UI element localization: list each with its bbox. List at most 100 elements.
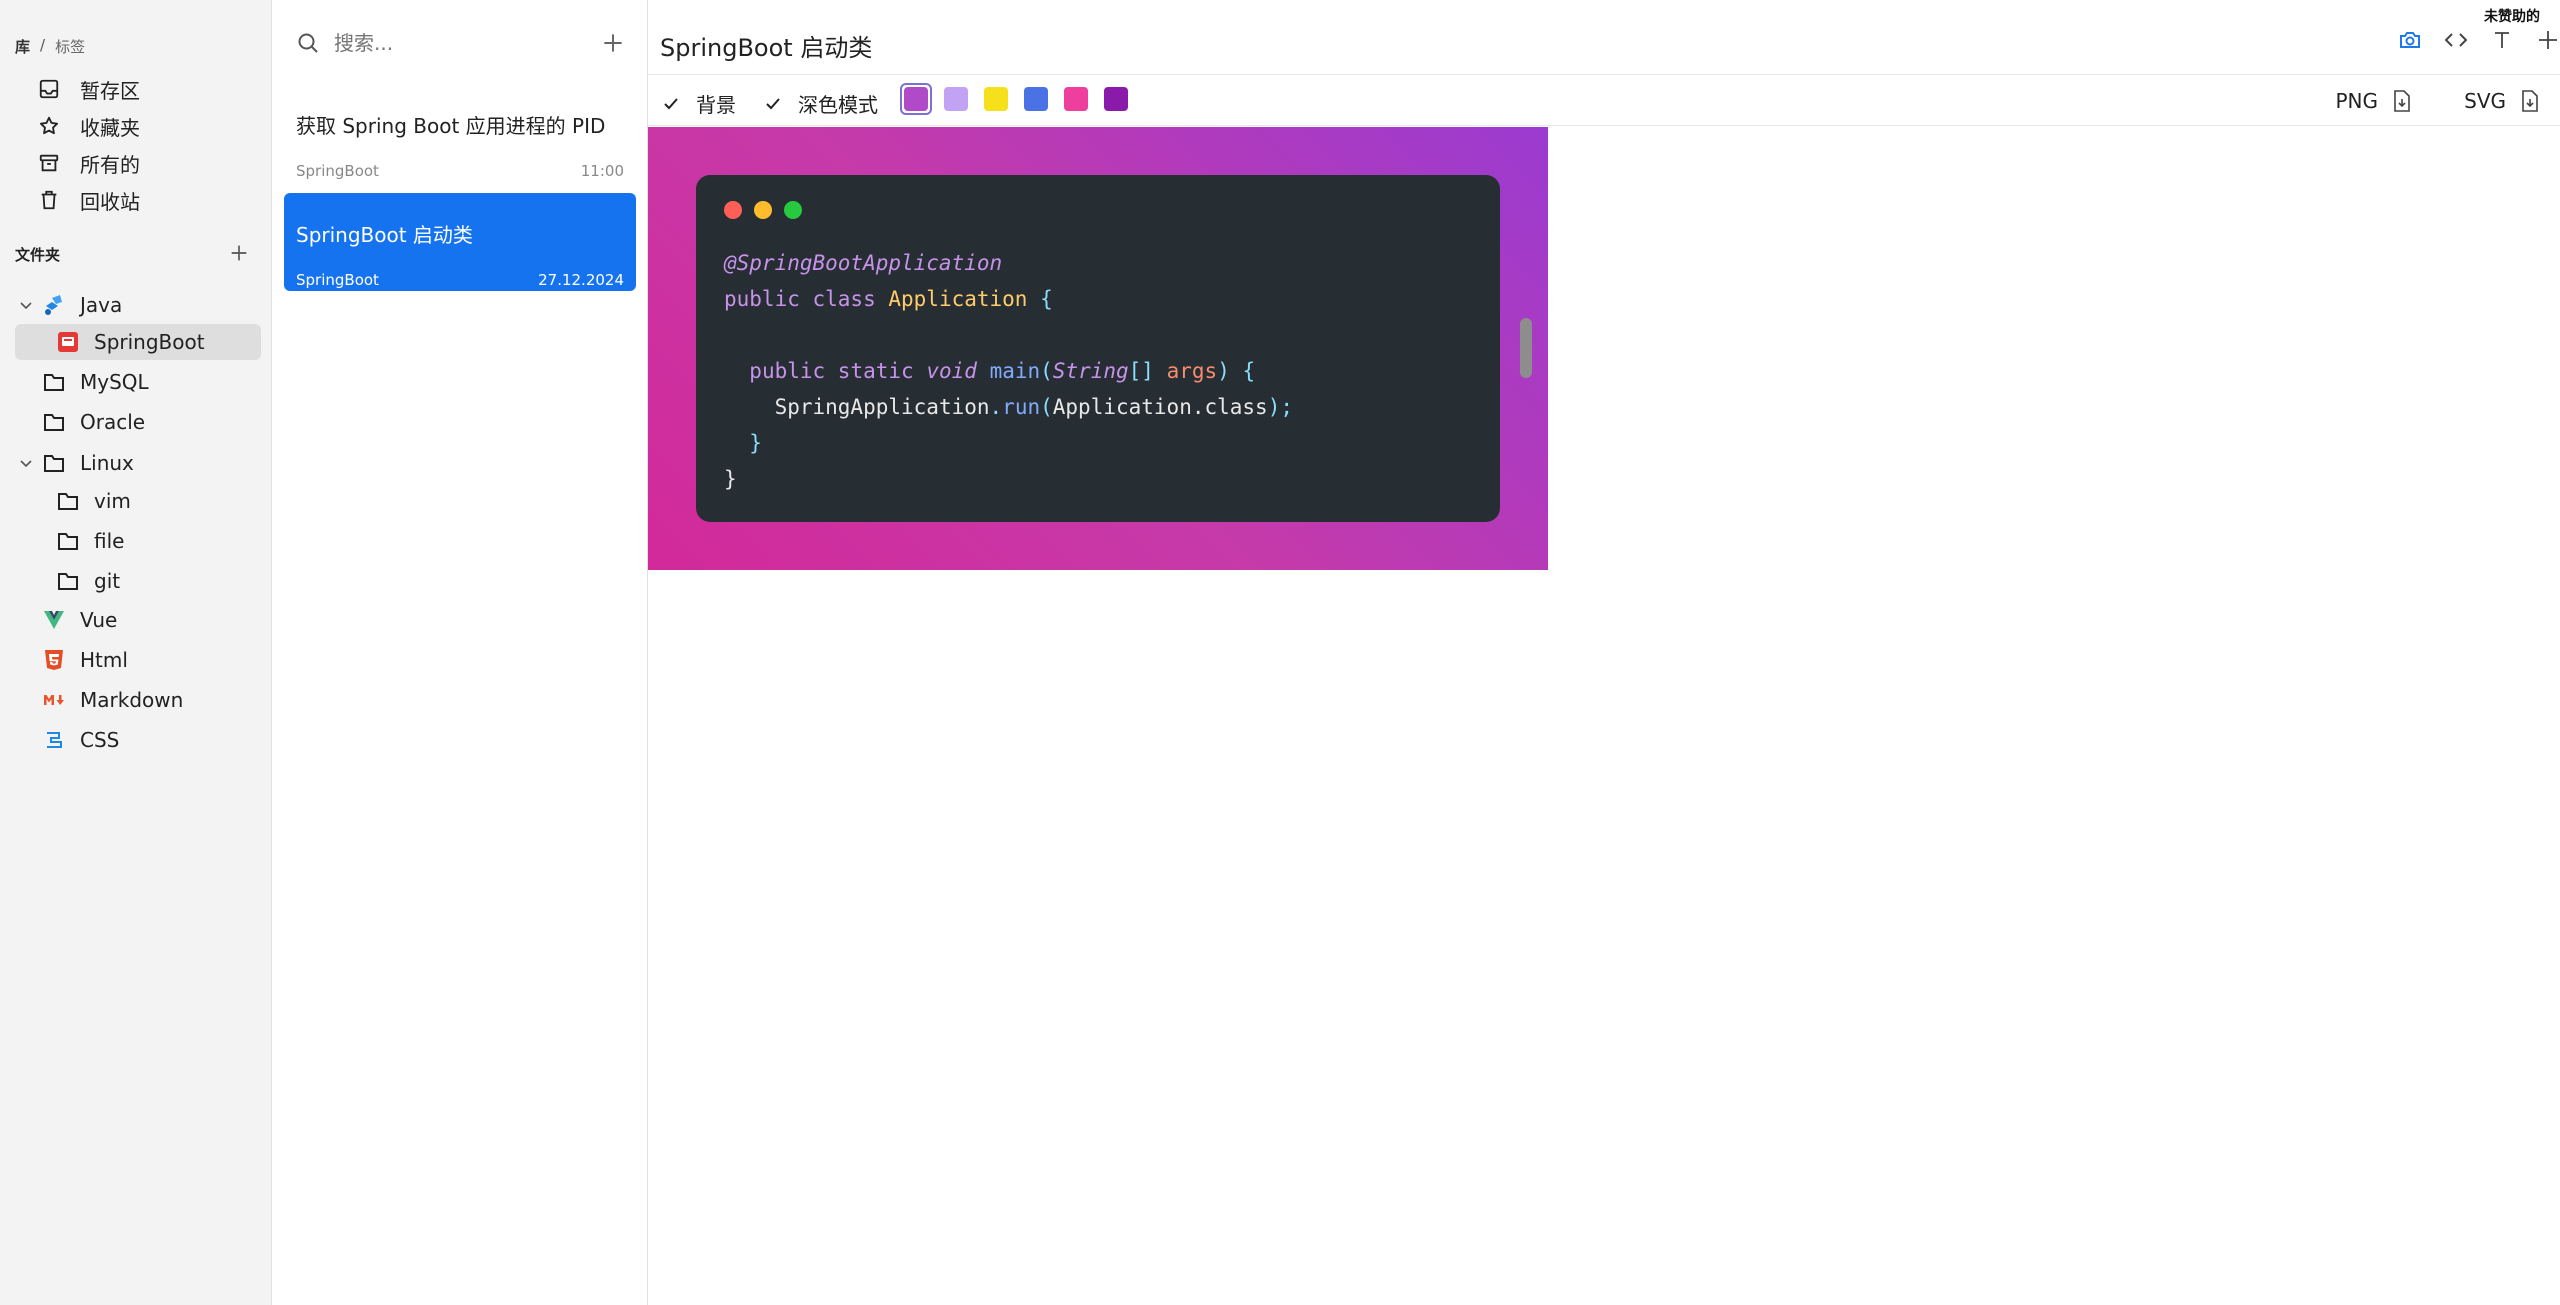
dark-mode-label: 深色模式 (798, 93, 878, 117)
search-icon (298, 33, 318, 53)
color-swatch[interactable] (944, 87, 968, 111)
color-swatch[interactable] (1024, 87, 1048, 111)
note-folder: SpringBoot (296, 162, 379, 180)
breadcrumb-library[interactable]: 库 (15, 36, 30, 57)
sidebar-item-label: 所有的 (80, 152, 140, 177)
export-png-button[interactable]: PNG (2335, 89, 2412, 113)
trash-icon (41, 190, 57, 210)
code-paren: ( (1040, 395, 1053, 419)
checkmark-icon (762, 93, 784, 115)
notes-panel: 获取 Spring Boot 应用进程的 PID SpringBoot 11:0… (272, 0, 648, 1305)
folder-label: SpringBoot (94, 330, 205, 354)
sidebar-item-inbox[interactable]: 暂存区 (38, 72, 140, 106)
note-folder: SpringBoot (296, 271, 379, 289)
archive-icon (39, 154, 59, 172)
background-checkbox[interactable]: 背景 (660, 89, 736, 118)
add-folder-button[interactable] (228, 242, 250, 264)
code-icon[interactable] (2444, 28, 2468, 52)
color-swatch[interactable] (1064, 87, 1088, 111)
code-block[interactable]: @SpringBootApplication public class Appl… (724, 245, 1293, 497)
folder-icon (56, 569, 80, 593)
scrollbar-thumb[interactable] (1520, 318, 1532, 378)
camera-icon[interactable] (2398, 28, 2422, 52)
note-date: 11:00 (580, 162, 624, 180)
sidebar-folder-css[interactable]: CSS (42, 722, 119, 758)
sidebar-folder-file[interactable]: file (56, 523, 124, 559)
star-icon (40, 116, 58, 135)
folder-icon (42, 451, 66, 475)
color-swatch[interactable] (984, 87, 1008, 111)
sponsor-badge: 未赞助的 (2484, 9, 2540, 25)
dark-mode-checkbox[interactable]: 深色模式 (762, 89, 878, 118)
folder-label: CSS (80, 728, 120, 752)
breadcrumb: 库 / 标签 (15, 36, 85, 57)
code-keyword: public static (749, 359, 914, 383)
sidebar-item-label: 收藏夹 (80, 115, 140, 140)
code-paren: ( (1040, 359, 1053, 383)
window-controls (724, 201, 802, 219)
sidebar-folder-oracle[interactable]: Oracle (42, 404, 145, 440)
code-param: args (1166, 359, 1218, 383)
chevron-down-icon[interactable] (18, 455, 34, 471)
sidebar-folder-html[interactable]: Html (42, 642, 128, 678)
export-svg-button[interactable]: SVG (2464, 89, 2540, 113)
color-swatch[interactable] (1104, 87, 1128, 111)
sidebar-folder-vim[interactable]: vim (56, 483, 131, 519)
folder-icon (42, 370, 66, 394)
folder-icon (56, 489, 80, 513)
code-dot: . (989, 395, 1003, 419)
code-brace: } (724, 467, 737, 491)
add-icon[interactable] (2536, 28, 2560, 52)
file-download-icon (2394, 90, 2410, 112)
editor-header: SpringBoot 启动类 未赞助的 (648, 0, 2560, 75)
note-title: SpringBoot 启动类 (296, 223, 473, 247)
sidebar-folder-java[interactable]: Java (20, 287, 123, 323)
svg-label: SVG (2464, 89, 2506, 113)
inbox-icon (39, 79, 59, 99)
close-dot (724, 201, 742, 219)
breadcrumb-separator: / (40, 36, 46, 54)
color-swatch[interactable] (900, 83, 932, 115)
note-item[interactable]: 获取 Spring Boot 应用进程的 PID SpringBoot 11:0… (284, 84, 636, 182)
sidebar-item-trash[interactable]: 回收站 (38, 183, 140, 217)
folder-label: MySQL (80, 370, 149, 394)
sidebar-folder-springboot[interactable]: SpringBoot (15, 324, 261, 360)
code-type: void (926, 359, 977, 383)
sidebar-folder-git[interactable]: git (56, 563, 120, 599)
sidebar-item-favorites[interactable]: 收藏夹 (38, 109, 140, 143)
note-item-active[interactable]: SpringBoot 启动类 SpringBoot 27.12.2024 (284, 193, 636, 291)
note-title-heading[interactable]: SpringBoot 启动类 (660, 28, 872, 63)
code-brace: } (749, 431, 762, 455)
folder-label: Java (80, 293, 123, 317)
code-keyword: public class (724, 287, 876, 311)
sidebar-item-all[interactable]: 所有的 (38, 146, 140, 180)
sidebar-item-label: 暂存区 (80, 78, 140, 103)
folder-icon (56, 529, 80, 553)
sidebar-folder-vue[interactable]: Vue (42, 602, 117, 638)
code-brace: { (1040, 287, 1053, 311)
code-class-name: Application (888, 287, 1028, 311)
vue-icon (42, 608, 66, 632)
breadcrumb-tags[interactable]: 标签 (55, 36, 85, 57)
folder-label: Vue (80, 608, 118, 632)
add-note-button[interactable] (600, 30, 626, 56)
sidebar: 库 / 标签 暂存区 收藏夹 所有的 回收站 文件夹 Java SpringBo… (0, 0, 272, 1305)
springboot-icon (56, 330, 80, 354)
sidebar-folder-linux[interactable]: Linux (20, 445, 134, 481)
search-input[interactable] (334, 31, 574, 55)
chevron-down-icon[interactable] (18, 297, 34, 313)
text-format-icon[interactable] (2490, 28, 2514, 52)
code-identifier: SpringApplication (774, 395, 990, 419)
folder-icon (42, 410, 66, 434)
code-card: @SpringBootApplication public class Appl… (696, 175, 1500, 522)
snapshot-toolbar: 背景 深色模式 PNG SVG (648, 76, 2560, 126)
search-bar (296, 26, 626, 60)
color-swatches (900, 83, 1128, 115)
sidebar-folder-markdown[interactable]: Markdown (42, 682, 183, 718)
sidebar-folder-mysql[interactable]: MySQL (42, 364, 149, 400)
file-download-icon (2522, 90, 2538, 112)
java-icon (42, 293, 66, 317)
folder-label: Oracle (80, 410, 146, 434)
code-identifier: Application.class (1052, 395, 1268, 419)
checkmark-icon (660, 93, 682, 115)
